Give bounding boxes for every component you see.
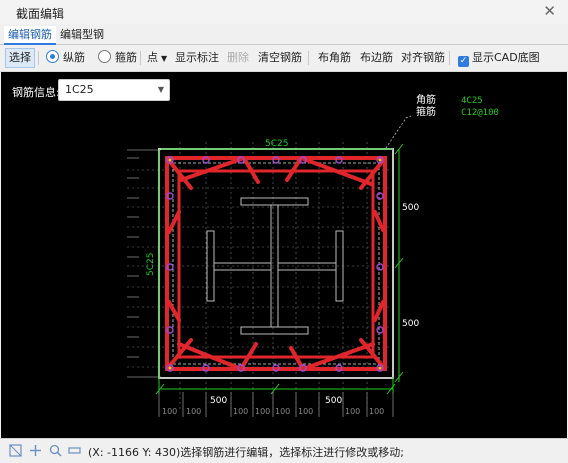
toolbar-separator [449, 51, 450, 65]
legend-leader [385, 115, 412, 149]
edge-rebar-button[interactable]: 布边筋 [360, 49, 393, 67]
stirrup-radio[interactable]: 箍筋 [98, 49, 137, 67]
toolbar-separator [140, 51, 141, 65]
status-bar: (X: -1166 Y: 430)选择钢筋进行编辑，选择标注进行修改或移动; [0, 438, 568, 463]
status-text: (X: -1166 Y: 430)选择钢筋进行编辑，选择标注进行修改或移动; [88, 446, 404, 459]
tab-edit-steel[interactable]: 编辑型钢 [56, 26, 108, 43]
small-dim: 100 [275, 407, 290, 416]
select-button[interactable]: 选择 [5, 48, 35, 68]
point-dropdown[interactable]: 点 ▼ [147, 49, 167, 67]
corner-label: 角筋 [416, 93, 436, 106]
right-upper-dim: 500 [402, 203, 419, 213]
rebars [166, 156, 384, 372]
tab-edit-rebar[interactable]: 编辑钢筋 [4, 26, 56, 45]
section-drawing: 角筋 4C25 箍筋 C12@100 5C25 5C25 500 500 500… [127, 93, 499, 417]
stirrup-legend-value: C12@100 [461, 108, 499, 118]
show-cad-checkbox[interactable]: ✓ 显示CAD底图 [458, 49, 540, 67]
bottom-left-dim: 500 [210, 396, 227, 406]
top-rebar-dim: 5C25 [265, 139, 288, 149]
align-rebar-button[interactable]: 对齐钢筋 [401, 49, 445, 67]
corner-rebar-markers [168, 158, 382, 370]
stirrup-label: 箍筋 [115, 51, 137, 64]
zoom-fit-icon[interactable] [8, 443, 23, 458]
toolbar-separator [308, 51, 309, 65]
drawing-canvas[interactable]: 角筋 4C25 箍筋 C12@100 5C25 5C25 500 500 500… [1, 72, 567, 438]
clear-rebar-button[interactable]: 清空钢筋 [258, 49, 302, 67]
rebar-info-select[interactable]: 1C25 ▼ [58, 79, 170, 101]
small-dim: 100 [345, 407, 360, 416]
radio-unchecked-icon [98, 50, 111, 63]
column-outline [158, 148, 394, 379]
radio-checked-icon [46, 50, 59, 63]
measure-icon[interactable] [67, 443, 82, 458]
small-dim: 100 [255, 407, 270, 416]
toolbar: 选择 纵筋 箍筋 点 ▼ 显示标注 删除 清空钢筋 布角筋 布边筋 对齐钢筋 ✓ 显… [0, 45, 568, 72]
title-bar: 截面编辑 ✕ [0, 0, 568, 25]
zoom-icon[interactable] [48, 443, 63, 458]
bottom-right-dim: 500 [325, 396, 342, 406]
rebar-info-value: 1C25 [65, 83, 94, 96]
delete-button[interactable]: 删除 [227, 49, 249, 67]
tab-bar: 编辑钢筋 编辑型钢 [0, 24, 568, 45]
small-dim: 100 [186, 407, 201, 416]
corner-rebar-button[interactable]: 布角筋 [318, 49, 351, 67]
small-dim: 100 [233, 407, 248, 416]
left-rebar-dim: 5C25 [146, 253, 156, 276]
stirrups [165, 156, 387, 371]
checkbox-checked-icon: ✓ [458, 56, 469, 67]
close-icon[interactable]: ✕ [543, 2, 556, 20]
toolbar-separator [38, 51, 39, 65]
longitudinal-radio[interactable]: 纵筋 [46, 49, 85, 67]
chevron-down-icon: ▼ [157, 85, 164, 94]
small-dim: 100 [369, 407, 384, 416]
chevron-down-icon: ▼ [161, 54, 168, 63]
right-lower-dim: 500 [402, 319, 419, 329]
longitudinal-label: 纵筋 [63, 51, 85, 64]
point-label: 点 [147, 51, 158, 64]
show-cad-label: 显示CAD底图 [472, 51, 540, 64]
stirrup-legend-label: 箍筋 [416, 105, 436, 118]
rebar-info-label: 钢筋信息: [12, 86, 60, 99]
corner-value: 4C25 [461, 96, 483, 106]
show-annotation-button[interactable]: 显示标注 [175, 49, 219, 67]
pan-icon[interactable] [28, 443, 43, 458]
window-title: 截面编辑 [16, 7, 65, 21]
small-dim: 100 [298, 407, 313, 416]
small-dim: 100 [162, 407, 177, 416]
